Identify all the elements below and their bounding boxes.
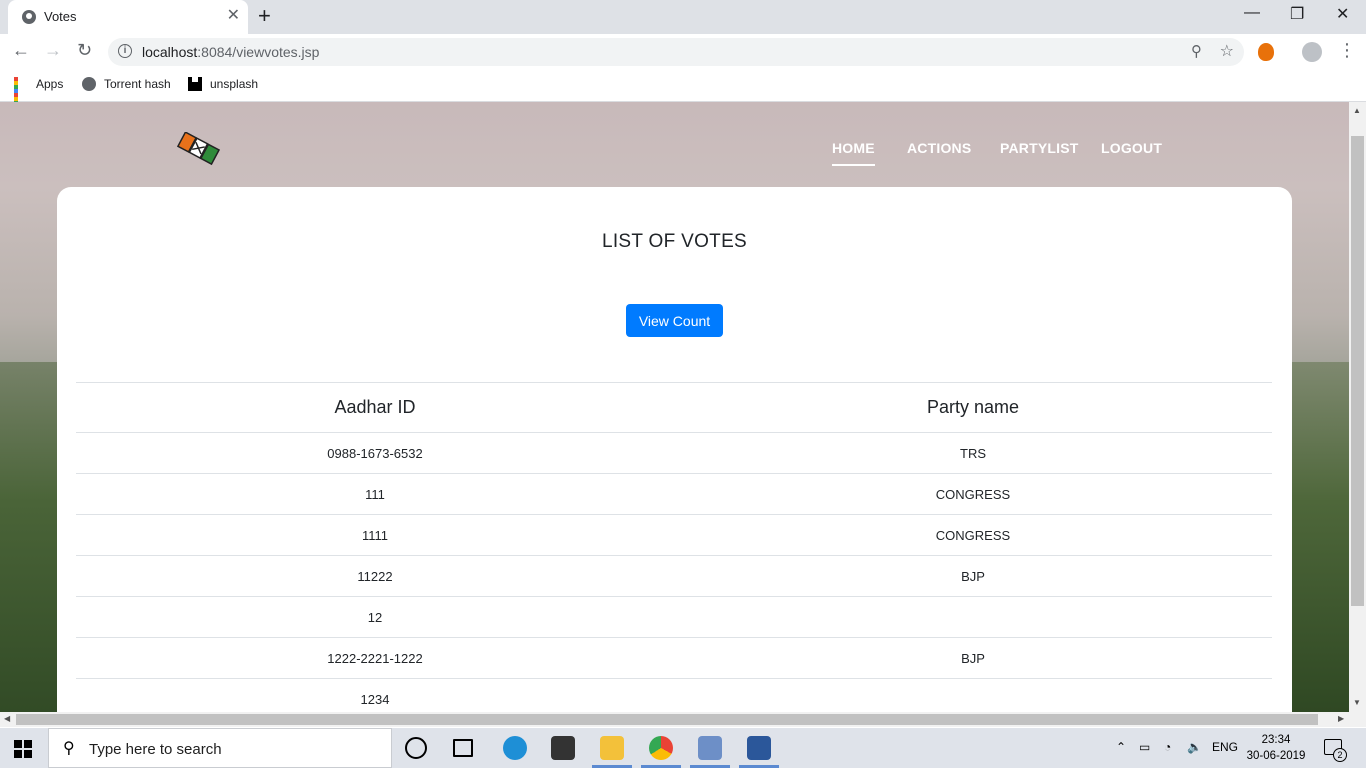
table-row: 12 xyxy=(76,596,1272,638)
info-icon[interactable]: i xyxy=(118,44,132,58)
wifi-icon[interactable]: ◔ xyxy=(1164,740,1171,754)
page-title: LIST OF VOTES xyxy=(601,231,748,252)
chevron-up-icon[interactable]: ⌃ xyxy=(1116,740,1126,754)
clock-time: 23:34 xyxy=(1261,734,1291,746)
word-icon[interactable] xyxy=(747,736,771,760)
aadhar-id-cell: 1111 xyxy=(76,514,674,556)
votes-table: Aadhar ID Party name 0988-1673-6532 TRS … xyxy=(76,382,1272,712)
language-indicator[interactable]: ENG xyxy=(1212,740,1238,754)
background-landscape xyxy=(0,362,60,712)
virtualbox-icon[interactable] xyxy=(698,736,722,760)
bookmark-apps[interactable]: Apps xyxy=(14,77,64,113)
party-name-cell: TRS xyxy=(674,432,1272,474)
scrollbar-thumb[interactable] xyxy=(1351,136,1364,606)
party-name-cell: BJP xyxy=(674,555,1272,597)
volume-icon[interactable]: 🔈 xyxy=(1187,740,1202,754)
file-explorer-icon[interactable] xyxy=(600,736,624,760)
bookmark-label: Torrent hash xyxy=(104,77,171,91)
table-row: 1222-2221-1222 BJP xyxy=(76,637,1272,679)
back-icon[interactable]: ← xyxy=(12,40,30,61)
unsplash-icon xyxy=(188,77,202,91)
tab-title: Votes xyxy=(44,9,77,24)
store-icon[interactable] xyxy=(551,736,575,760)
view-count-button[interactable]: View Count xyxy=(626,304,723,337)
vertical-scrollbar[interactable]: ▲ ▼ xyxy=(1349,102,1366,712)
nav-home[interactable]: HOME xyxy=(832,140,875,166)
scroll-up-icon[interactable]: ▲ xyxy=(1353,106,1361,115)
extension-icon[interactable] xyxy=(1258,43,1274,61)
scroll-down-icon[interactable]: ▼ xyxy=(1353,698,1361,707)
site-logo[interactable] xyxy=(176,132,220,166)
horizontal-scrollbar[interactable]: ◀ ▶ xyxy=(0,712,1366,727)
browser-tab[interactable]: Votes ✕ xyxy=(8,0,248,34)
nav-actions[interactable]: ACTIONS xyxy=(907,140,971,156)
party-name-cell: BJP xyxy=(674,637,1272,679)
table-header-row: Aadhar ID Party name xyxy=(76,382,1272,433)
party-name-cell: CONGRESS xyxy=(674,473,1272,515)
windows-start-icon[interactable] xyxy=(14,740,32,758)
chrome-icon[interactable] xyxy=(649,736,673,760)
page-viewport: HOME ACTIONS PARTYLIST LOGOUT LIST OF VO… xyxy=(0,102,1349,712)
forward-icon[interactable]: → xyxy=(44,40,62,61)
reload-icon[interactable]: ↻ xyxy=(77,40,92,61)
url-path: :8084/viewvotes.jsp xyxy=(197,44,320,60)
minimize-icon[interactable]: — xyxy=(1244,4,1260,22)
table-row: 0988-1673-6532 TRS xyxy=(76,432,1272,474)
globe-icon xyxy=(22,10,36,24)
close-tab-icon[interactable]: ✕ xyxy=(227,7,240,25)
aadhar-id-cell: 1222-2221-1222 xyxy=(76,637,674,679)
apps-grid-icon xyxy=(14,77,28,113)
menu-icon[interactable]: ⋮ xyxy=(1338,40,1356,61)
tab-strip: Votes ✕ + — ❐ ✕ xyxy=(0,0,1366,34)
column-header-party-name: Party name xyxy=(674,382,1272,433)
url-host: localhost xyxy=(142,44,198,60)
battery-icon[interactable]: ▭ xyxy=(1139,740,1150,754)
windows-taskbar: ⚲ Type here to search ⌃ ▭ ◔ 🔈 ENG 23:34 … xyxy=(0,728,1366,768)
votes-card: LIST OF VOTES View Count Aadhar ID Party… xyxy=(57,187,1292,712)
bookmark-torrent-hash[interactable]: Torrent hash xyxy=(82,77,171,91)
background-landscape xyxy=(1289,362,1349,712)
bookmarks-bar: Apps Torrent hash unsplash xyxy=(0,70,1366,113)
party-name-cell: CONGRESS xyxy=(674,514,1272,556)
bookmark-star-icon[interactable]: ☆ xyxy=(1220,41,1234,61)
bookmark-label: Apps xyxy=(36,77,64,91)
search-icon: ⚲ xyxy=(63,740,75,757)
globe-icon xyxy=(82,77,96,91)
profile-avatar-icon[interactable] xyxy=(1302,42,1322,62)
taskbar-clock[interactable]: 23:34 30-06-2019 xyxy=(1246,732,1306,764)
browser-toolbar: ← → ↻ i localhost:8084/viewvotes.jsp ⚲ ☆… xyxy=(0,34,1366,70)
aadhar-id-cell: 12 xyxy=(76,596,674,638)
bookmark-unsplash[interactable]: unsplash xyxy=(188,77,258,91)
url-text[interactable]: localhost:8084/viewvotes.jsp xyxy=(142,44,319,60)
nav-partylist[interactable]: PARTYLIST xyxy=(1000,140,1079,156)
nav-logout[interactable]: LOGOUT xyxy=(1101,140,1162,156)
party-name-cell xyxy=(674,596,1272,638)
table-row: 111 CONGRESS xyxy=(76,473,1272,515)
aadhar-id-cell: 11222 xyxy=(76,555,674,597)
close-window-icon[interactable]: ✕ xyxy=(1336,4,1349,24)
bookmark-label: unsplash xyxy=(210,77,259,91)
scroll-right-icon[interactable]: ▶ xyxy=(1338,714,1344,723)
cortana-icon[interactable] xyxy=(405,737,427,759)
restore-icon[interactable]: ❐ xyxy=(1290,4,1304,24)
aadhar-id-cell: 1234 xyxy=(76,678,674,712)
task-view-icon[interactable] xyxy=(453,739,473,757)
table-row: 11222 BJP xyxy=(76,555,1272,597)
zoom-icon[interactable]: ⚲ xyxy=(1191,42,1202,60)
edge-dev-icon[interactable] xyxy=(503,736,527,760)
taskbar-search-box[interactable]: ⚲ Type here to search xyxy=(48,728,392,768)
address-bar[interactable]: i localhost:8084/viewvotes.jsp ⚲ ☆ xyxy=(108,38,1244,66)
scrollbar-thumb[interactable] xyxy=(16,714,1318,725)
scroll-left-icon[interactable]: ◀ xyxy=(4,714,10,723)
new-tab-button[interactable]: + xyxy=(258,4,271,28)
table-row: 1234 xyxy=(76,678,1272,712)
party-name-cell xyxy=(674,678,1272,712)
search-placeholder: Type here to search xyxy=(89,741,222,758)
aadhar-id-cell: 111 xyxy=(76,473,674,515)
column-header-aadhar-id: Aadhar ID xyxy=(76,382,674,433)
table-row: 1111 CONGRESS xyxy=(76,514,1272,556)
aadhar-id-cell: 0988-1673-6532 xyxy=(76,432,674,474)
clock-date: 30-06-2019 xyxy=(1246,750,1306,762)
notification-count-badge: 2 xyxy=(1333,748,1347,762)
